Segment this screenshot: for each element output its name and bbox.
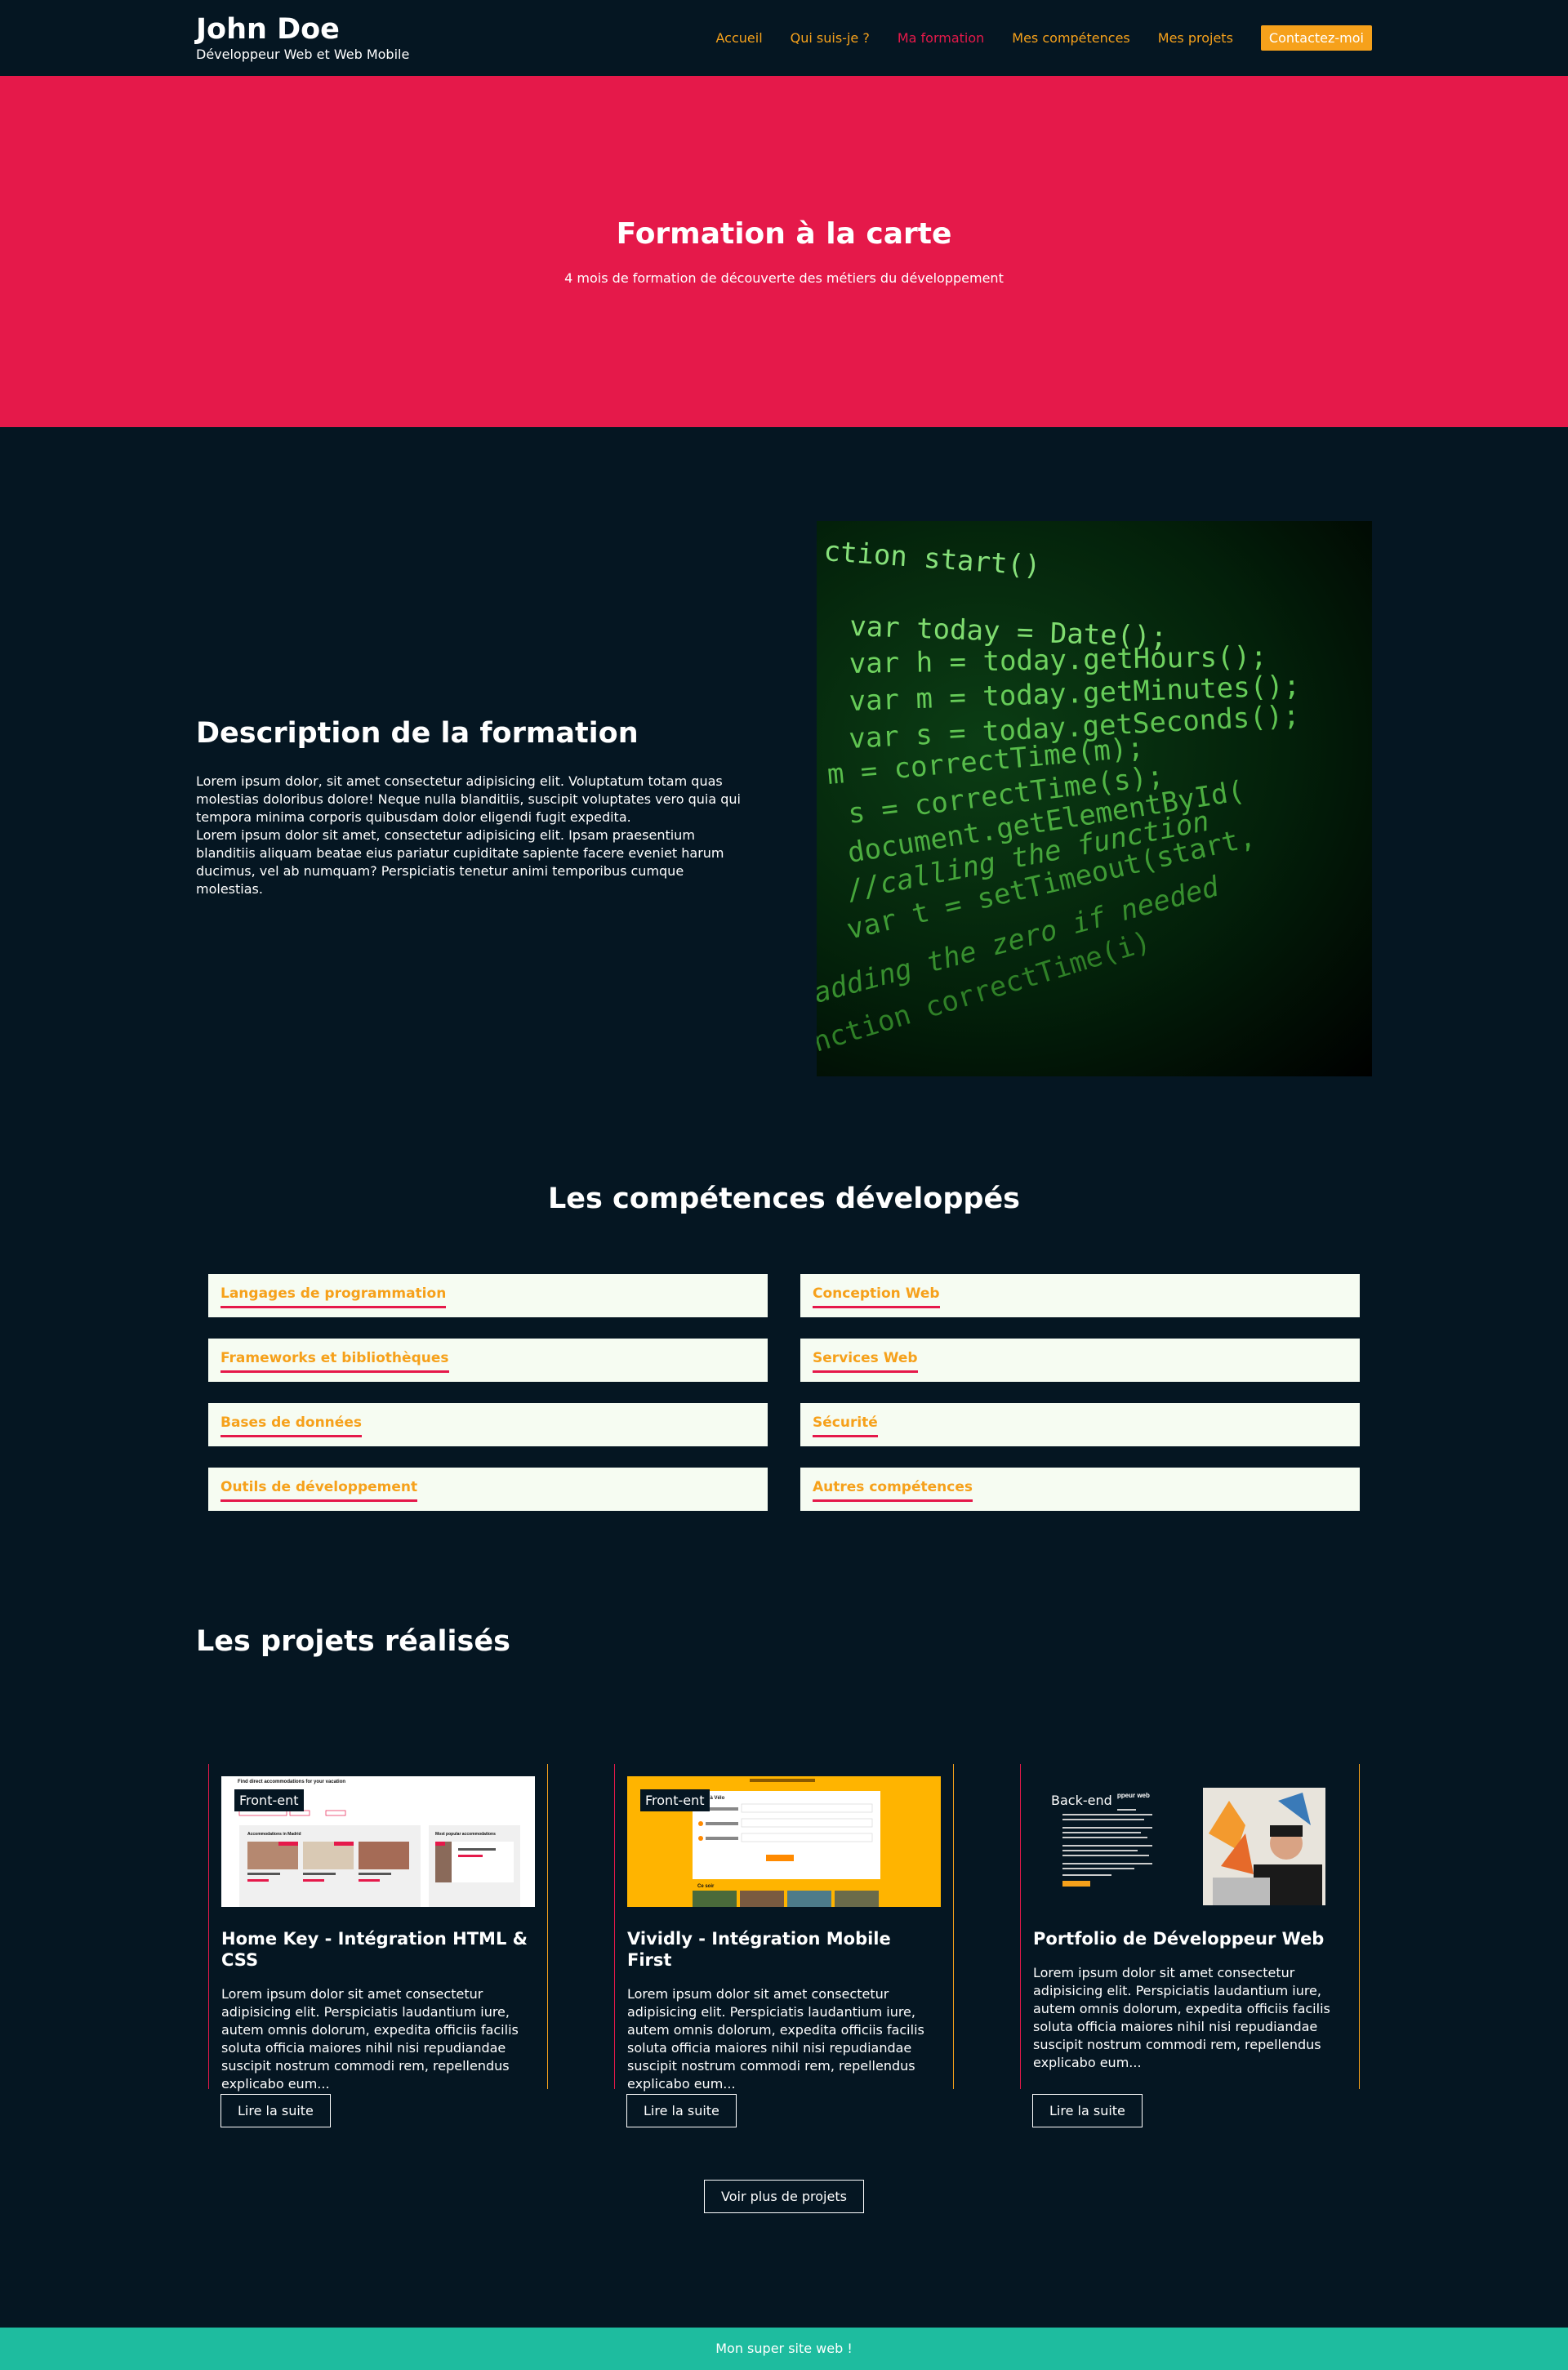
skills-section: Les compétences développés Langages de p… (0, 1076, 1568, 1511)
nav-item-mes-projets[interactable]: Mes projets (1158, 30, 1233, 46)
thumb-text: Accommodations in Madrid (247, 1832, 301, 1837)
project-cards: Find direct accommodations for your vaca… (196, 1764, 1372, 2127)
project-title: Portfolio de Développeur Web (1033, 1929, 1325, 1949)
skill-label: Langages de programmation (220, 1285, 447, 1308)
project-thumbnail[interactable]: Tous à Vélo Ce soir Front-ent (627, 1776, 941, 1907)
project-title: Home Key - Intégration HTML & CSS (221, 1929, 528, 1970)
brand[interactable]: John Doe Développeur Web et Web Mobile (196, 14, 409, 63)
thumb-text: oppeur web (1113, 1792, 1150, 1799)
skill-label: Conception Web (813, 1285, 940, 1308)
project-thumbnail[interactable]: Find direct accommodations for your vaca… (221, 1776, 535, 1907)
skill-label: Bases de données (220, 1414, 362, 1437)
footer-text: Mon super site web ! (715, 2341, 853, 2356)
project-card-body: oppeur web Back-end Portfolio de Dévelop… (1020, 1764, 1360, 2089)
description-paragraph: Lorem ipsum dolor, sit amet consectetur … (196, 773, 741, 825)
description-paragraph: Lorem ipsum dolor sit amet, consectetur … (196, 827, 724, 897)
project-thumbnail[interactable]: oppeur web Back-end (1033, 1776, 1347, 1907)
projects-section: Les projets réalisés Find direct accommo… (0, 1511, 1568, 2213)
footer: Mon super site web ! (0, 2328, 1568, 2370)
contact-button[interactable]: Contactez-moi (1260, 25, 1372, 51)
project-card: Tous à Vélo Ce soir Front-ent Vividly - … (614, 1764, 954, 2127)
project-tag: Front-ent (640, 1789, 710, 1811)
skill-item[interactable]: Langages de programmation (208, 1274, 768, 1317)
project-description: Lorem ipsum dolor sit amet consectetur a… (221, 1986, 519, 2092)
skill-item[interactable]: Outils de développement (208, 1468, 768, 1511)
hero-banner: Formation à la carte 4 mois de formation… (0, 76, 1568, 427)
brand-name: John Doe (196, 12, 340, 46)
description-title: Description de la formation (196, 717, 639, 750)
hero-title: Formation à la carte (616, 217, 952, 251)
read-more-button[interactable]: Lire la suite (220, 2094, 331, 2127)
thumb-text: Ce soir (697, 1884, 715, 1889)
skill-item[interactable]: Services Web (800, 1339, 1360, 1382)
project-tag: Back-end (1046, 1789, 1117, 1811)
skill-item[interactable]: Sécurité (800, 1403, 1360, 1446)
skill-label: Services Web (813, 1350, 918, 1373)
project-card: Find direct accommodations for your vaca… (208, 1764, 548, 2127)
skill-label: Sécurité (813, 1414, 878, 1437)
thumb-text: Find direct accommodations for your vaca… (238, 1780, 345, 1784)
skill-item[interactable]: Autres compétences (800, 1468, 1360, 1511)
project-card-body: Tous à Vélo Ce soir Front-ent Vividly - … (614, 1764, 954, 2092)
project-card-body: Find direct accommodations for your vaca… (208, 1764, 548, 2092)
skill-item[interactable]: Bases de données (208, 1403, 768, 1446)
projects-title: Les projets réalisés (196, 1625, 510, 1658)
more-projects-button[interactable]: Voir plus de projets (704, 2180, 864, 2213)
navbar: John Doe Développeur Web et Web Mobile A… (0, 0, 1568, 76)
main-nav: Accueil Qui suis-je ? Ma formation Mes c… (688, 25, 1372, 51)
brand-subtitle: Développeur Web et Web Mobile (196, 47, 410, 63)
skill-label: Autres compétences (813, 1479, 973, 1502)
skill-label: Frameworks et bibliothèques (220, 1350, 449, 1373)
nav-item-accueil[interactable]: Accueil (716, 30, 763, 46)
description-section: Description de la formation Lorem ipsum … (0, 427, 1568, 1076)
hero-subtitle: 4 mois de formation de découverte des mé… (564, 270, 1004, 286)
more-projects-container: Voir plus de projets (196, 2180, 1372, 2213)
project-tag: Front-ent (234, 1789, 304, 1811)
skill-item[interactable]: Frameworks et bibliothèques (208, 1339, 768, 1382)
project-card: oppeur web Back-end Portfolio de Dévelop… (1020, 1764, 1360, 2127)
code-image: ction start() var today = Date(); var h … (817, 521, 1372, 1076)
read-more-button[interactable]: Lire la suite (1032, 2094, 1143, 2127)
read-more-button[interactable]: Lire la suite (626, 2094, 737, 2127)
project-title: Vividly - Intégration Mobile First (627, 1929, 891, 1970)
nav-item-qui-suis-je[interactable]: Qui suis-je ? (791, 30, 870, 46)
nav-item-mes-competences[interactable]: Mes compétences (1012, 30, 1129, 46)
skills-title: Les compétences développés (547, 1183, 1021, 1215)
code-line: ction start() (822, 535, 1041, 582)
nav-item-ma-formation[interactable]: Ma formation (898, 30, 984, 46)
thumb-text: Most popular accommodations (435, 1832, 496, 1837)
project-description: Lorem ipsum dolor sit amet consectetur a… (627, 1986, 924, 2092)
description-text: Description de la formation Lorem ipsum … (196, 521, 751, 1076)
skill-label: Outils de développement (220, 1479, 418, 1502)
project-description: Lorem ipsum dolor sit amet consectetur a… (1033, 1965, 1330, 2070)
skills-grid: Langages de programmation Conception Web… (196, 1274, 1372, 1511)
skill-item[interactable]: Conception Web (800, 1274, 1360, 1317)
